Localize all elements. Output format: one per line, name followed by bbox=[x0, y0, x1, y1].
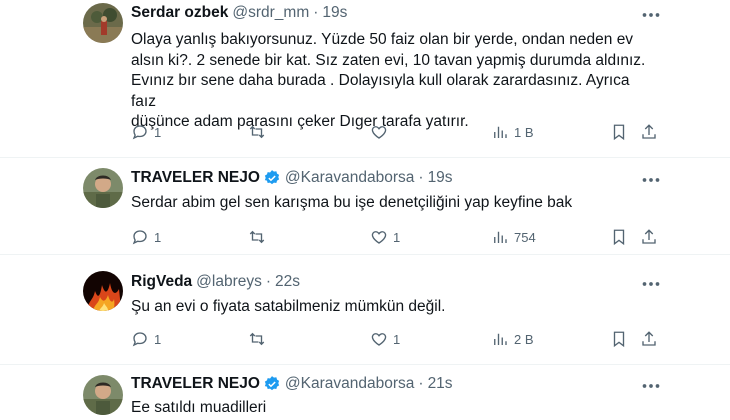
like-button[interactable]: 1 bbox=[370, 228, 400, 246]
bookmark-button[interactable] bbox=[610, 123, 628, 141]
separator-dot: · bbox=[265, 273, 272, 290]
separator-dot: · bbox=[313, 4, 319, 21]
timestamp[interactable]: 22s bbox=[275, 273, 300, 291]
bookmark-icon bbox=[613, 124, 625, 141]
tweet-3[interactable]: RigVeda @labreys · 22s Şu an evi o fiyat… bbox=[0, 255, 730, 365]
reply-icon bbox=[132, 332, 147, 347]
like-button[interactable] bbox=[370, 123, 393, 141]
retweet-button[interactable] bbox=[248, 228, 271, 246]
tweet-text: Olaya yanlış bakıyorsunuz. Yüzde 50 faiz… bbox=[131, 30, 651, 133]
tweet-text-line: Olaya yanlış bakıyorsunuz. Yüzde 50 faiz… bbox=[131, 31, 634, 48]
reply-count: 1 bbox=[154, 331, 162, 347]
bookmark-icon bbox=[613, 331, 625, 348]
action-bar: 1 1 B bbox=[131, 123, 661, 145]
retweet-button[interactable] bbox=[248, 123, 271, 141]
avatar-image bbox=[83, 271, 123, 311]
tweet-4[interactable]: TRAVELER NEJO @Karavandaborsa · 21s Ee s… bbox=[0, 365, 730, 420]
bookmark-button[interactable] bbox=[610, 228, 628, 246]
reply-button[interactable]: 1 bbox=[131, 123, 161, 141]
share-icon bbox=[642, 124, 656, 139]
share-icon bbox=[642, 331, 656, 346]
like-button[interactable]: 1 bbox=[370, 330, 400, 348]
timestamp[interactable]: 21s bbox=[428, 375, 453, 393]
views-count: 2 B bbox=[514, 331, 534, 347]
bookmark-icon bbox=[613, 229, 625, 246]
more-options-icon[interactable] bbox=[638, 373, 664, 399]
share-icon bbox=[642, 229, 656, 244]
share-button[interactable] bbox=[640, 123, 658, 141]
avatar-image bbox=[83, 168, 123, 208]
author-handle[interactable]: @Karavandaborsa bbox=[285, 169, 414, 187]
tweet-text: Serdar abim gel sen karışma bu işe denet… bbox=[131, 193, 651, 214]
heart-icon bbox=[371, 126, 387, 139]
avatar[interactable] bbox=[83, 3, 123, 43]
tweet-text: Ee satıldı muadilleri bbox=[131, 398, 651, 419]
retweet-icon bbox=[249, 332, 265, 346]
tweet-text: Şu an evi o fiyata satabilmeniz mümkün d… bbox=[131, 297, 651, 318]
views-icon bbox=[494, 333, 507, 345]
avatar[interactable] bbox=[83, 271, 123, 311]
tweet-1[interactable]: Serdar ozbek @srdr_mm · 19s Olaya yanlış… bbox=[0, 0, 730, 158]
action-bar: 1 1 2 B bbox=[131, 330, 661, 352]
action-bar: 1 1 754 bbox=[131, 228, 661, 250]
author-name[interactable]: Serdar ozbek bbox=[131, 4, 228, 22]
reply-button[interactable]: 1 bbox=[131, 330, 161, 348]
share-button[interactable] bbox=[640, 330, 658, 348]
reply-button[interactable]: 1 bbox=[131, 228, 161, 246]
tweet-header: TRAVELER NEJO @Karavandaborsa · 19s bbox=[131, 169, 453, 187]
like-count: 1 bbox=[393, 229, 401, 245]
reply-count: 1 bbox=[154, 124, 162, 140]
retweet-button[interactable] bbox=[248, 330, 271, 348]
tweet-text-line: Evınız bır sene daha burada . Dolayısıyl… bbox=[131, 72, 630, 110]
verified-badge-icon[interactable] bbox=[263, 169, 281, 187]
verified-badge-icon[interactable] bbox=[263, 375, 281, 393]
views-button[interactable]: 2 B bbox=[491, 330, 534, 348]
separator-dot: · bbox=[418, 375, 424, 392]
bookmark-button[interactable] bbox=[610, 330, 628, 348]
more-options-icon[interactable] bbox=[638, 2, 664, 28]
retweet-icon bbox=[249, 230, 265, 244]
reply-icon bbox=[132, 125, 147, 140]
tweet-text-line: Ee satıldı muadilleri bbox=[131, 399, 267, 416]
tweet-2[interactable]: TRAVELER NEJO @Karavandaborsa · 19s Serd… bbox=[0, 158, 730, 255]
reply-icon bbox=[132, 230, 147, 245]
author-name[interactable]: TRAVELER NEJO bbox=[131, 375, 260, 393]
author-handle[interactable]: @srdr_mm bbox=[232, 4, 309, 22]
reply-count: 1 bbox=[154, 229, 162, 245]
views-count: 754 bbox=[514, 229, 536, 245]
author-handle[interactable]: @Karavandaborsa bbox=[285, 375, 414, 393]
like-count: 1 bbox=[393, 331, 401, 347]
tweet-header: TRAVELER NEJO @Karavandaborsa · 21s bbox=[131, 375, 453, 393]
separator-dot: · bbox=[418, 169, 424, 186]
views-icon bbox=[494, 126, 507, 138]
heart-icon bbox=[371, 231, 387, 244]
tweet-text-line: Serdar abim gel sen karışma bu işe denet… bbox=[131, 194, 573, 211]
avatar-image bbox=[83, 3, 123, 43]
avatar[interactable] bbox=[83, 375, 123, 415]
retweet-icon bbox=[249, 125, 265, 139]
timestamp[interactable]: 19s bbox=[428, 169, 453, 187]
author-name[interactable]: TRAVELER NEJO bbox=[131, 169, 260, 187]
avatar-image bbox=[83, 375, 123, 415]
share-button[interactable] bbox=[640, 228, 658, 246]
views-button[interactable]: 754 bbox=[491, 228, 536, 246]
tweet-text-line: alsın ki?. 2 senede bir kat. Sız zaten e… bbox=[131, 51, 646, 69]
tweet-header: RigVeda @labreys · 22s bbox=[131, 273, 300, 291]
tweet-text-line: Şu an evi o fiyata satabilmeniz mümkün d… bbox=[131, 298, 446, 315]
views-icon bbox=[494, 231, 507, 243]
more-options-icon[interactable] bbox=[638, 271, 664, 297]
author-name[interactable]: RigVeda bbox=[131, 273, 192, 291]
timestamp[interactable]: 19s bbox=[322, 4, 347, 22]
author-handle[interactable]: @labreys bbox=[196, 273, 262, 291]
avatar[interactable] bbox=[83, 168, 123, 208]
more-options-icon[interactable] bbox=[638, 167, 664, 193]
heart-icon bbox=[371, 333, 387, 346]
views-button[interactable]: 1 B bbox=[491, 123, 534, 141]
views-count: 1 B bbox=[514, 124, 534, 140]
tweet-header: Serdar ozbek @srdr_mm · 19s bbox=[131, 4, 347, 22]
